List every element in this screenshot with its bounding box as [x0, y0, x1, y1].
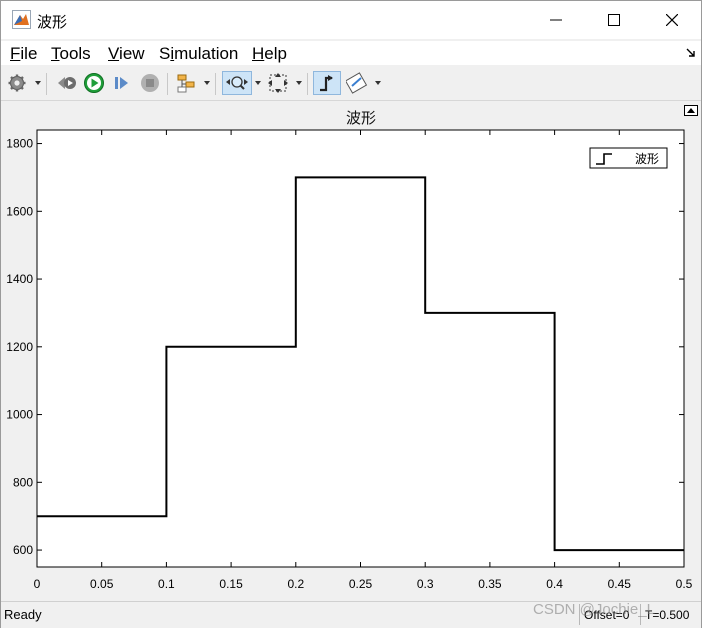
menu-file-accel: F	[10, 44, 21, 63]
step-back-button[interactable]	[54, 71, 78, 95]
cursor-measurement-icon	[320, 75, 333, 92]
y-tick-label: 1600	[6, 204, 33, 218]
minimize-button[interactable]	[527, 1, 585, 39]
menu-help-accel: H	[252, 44, 265, 63]
zoom-button[interactable]	[222, 71, 252, 95]
menu-bar: File Tools View Simulation Help	[1, 41, 701, 65]
x-tick-label: 0.2	[287, 577, 304, 591]
run-icon	[84, 73, 104, 93]
watermark: CSDN @Jochie_L	[533, 601, 655, 618]
menu-view-accel: V	[108, 44, 120, 63]
menu-tools-accel: T	[51, 44, 60, 63]
title-bar: 波形	[1, 1, 701, 39]
dock-arrow-icon[interactable]	[686, 48, 696, 58]
style-icon	[346, 72, 368, 94]
maximize-button[interactable]	[585, 1, 643, 39]
legend-label: 波形	[635, 152, 659, 166]
y-tick-label: 1200	[6, 340, 33, 354]
undock-icon[interactable]	[684, 105, 698, 116]
close-button[interactable]	[643, 1, 701, 39]
menu-help-rest: elp	[264, 44, 287, 63]
y-tick-label: 1400	[6, 272, 33, 286]
menu-simulation-rest: mulation	[174, 44, 239, 63]
fit-to-view-button[interactable]	[266, 71, 290, 95]
close-icon	[666, 14, 678, 26]
x-tick-label: 0.5	[676, 577, 693, 591]
y-tick-label: 600	[13, 543, 33, 557]
cursor-measurement-button[interactable]	[313, 71, 341, 95]
menu-tools-rest: ools	[59, 44, 91, 63]
status-ready: Ready	[4, 607, 42, 622]
stop-icon	[141, 74, 159, 92]
minimize-icon	[550, 19, 562, 21]
menu-simulation-pre: S	[159, 44, 171, 63]
fit-dropdown-icon[interactable]	[296, 81, 302, 85]
menu-tools[interactable]: Tools	[51, 44, 91, 64]
scope-window: 波形 File Tools View Simulation Help 波形 0 …	[0, 0, 702, 628]
step-back-icon	[58, 77, 76, 89]
legend[interactable]: 波形	[589, 147, 668, 169]
settings-button[interactable]	[5, 71, 29, 95]
x-tick-label: 0.15	[219, 577, 243, 591]
x-tick-label: 0	[34, 577, 41, 591]
highlight-dropdown-icon[interactable]	[204, 81, 210, 85]
style-dropdown-icon[interactable]	[375, 81, 381, 85]
x-tick-label: 0.45	[608, 577, 632, 591]
fit-to-view-icon	[268, 73, 288, 93]
step-forward-icon	[115, 77, 128, 89]
toolbar-separator	[46, 73, 47, 95]
run-button[interactable]	[82, 71, 106, 95]
toolbar-separator	[167, 73, 168, 95]
toolbar	[1, 68, 701, 101]
x-tick-label: 0.1	[158, 577, 175, 591]
menu-file[interactable]: File	[10, 44, 37, 64]
style-button[interactable]	[345, 71, 369, 95]
y-tick-label: 1800	[6, 137, 33, 151]
menu-help[interactable]: Help	[252, 44, 287, 64]
highlight-model-button[interactable]	[174, 71, 198, 95]
menu-view-rest: iew	[119, 44, 145, 63]
y-tick-label: 800	[13, 475, 33, 489]
y-tick-label: 1000	[6, 408, 33, 422]
x-tick-label: 0.25	[349, 577, 373, 591]
x-tick-label: 0.35	[478, 577, 502, 591]
x-tick-label: 0.05	[90, 577, 114, 591]
window-title: 波形	[37, 13, 68, 31]
toolbar-separator	[215, 73, 216, 95]
gear-icon	[8, 74, 26, 92]
step-forward-button[interactable]	[110, 71, 134, 95]
zoom-dropdown-icon[interactable]	[255, 81, 261, 85]
scope-display: 波形 0 0.05 0.1 0.15 0.2 0.25 0.3 0.35 0.4 0.45 0.5 …	[1, 102, 701, 600]
x-tick-label: 0.4	[546, 577, 563, 591]
stop-button[interactable]	[138, 71, 162, 95]
chart[interactable]: 波形 0 0.05 0.1 0.15 0.2 0.25 0.3 0.35 0.4 0.45 0.5 …	[1, 102, 701, 600]
plot-box	[36, 129, 685, 568]
zoom-icon	[226, 76, 248, 90]
matlab-logo-icon	[12, 10, 31, 29]
x-tick-label: 0.3	[417, 577, 434, 591]
highlight-model-icon	[177, 74, 195, 93]
toolbar-separator	[307, 73, 308, 95]
chart-title: 波形	[346, 110, 376, 127]
maximize-icon	[608, 14, 620, 26]
settings-dropdown-icon[interactable]	[35, 81, 41, 85]
menu-simulation[interactable]: Simulation	[159, 44, 238, 64]
menu-view[interactable]: View	[108, 44, 145, 64]
menu-file-rest: ile	[20, 44, 38, 63]
